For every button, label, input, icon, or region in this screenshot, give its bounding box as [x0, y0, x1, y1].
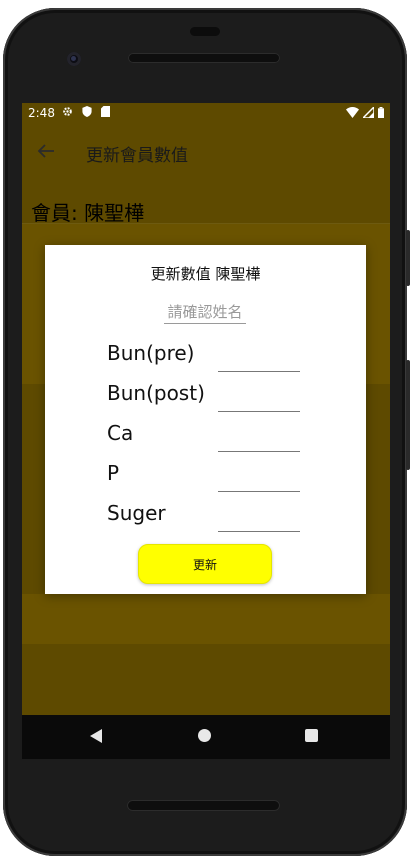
field-label-p: P: [107, 461, 120, 485]
page-title: 更新會員數值: [86, 146, 188, 166]
settings-icon: [63, 107, 72, 116]
top-speaker-grille: [128, 53, 280, 63]
status-left-icons: [62, 106, 110, 117]
field-label-bun-post: Bun(post): [107, 381, 205, 405]
field-label-suger: Suger: [107, 501, 166, 525]
front-camera-icon: [67, 52, 81, 66]
status-time: 2:48: [28, 106, 55, 120]
field-label-ca: Ca: [107, 421, 134, 445]
volume-button: [406, 360, 410, 470]
update-button[interactable]: 更新: [138, 544, 272, 584]
home-circle-icon[interactable]: [198, 729, 211, 742]
recents-square-icon[interactable]: [305, 729, 318, 742]
earpiece: [190, 27, 220, 36]
dialog-title: 更新數值 陳聖樺: [150, 265, 261, 283]
field-row-p: P: [107, 457, 337, 493]
member-name-label: 會員: 陳聖樺: [31, 201, 145, 225]
app-bar: 更新會員數值: [22, 125, 390, 178]
p-input[interactable]: [218, 467, 300, 492]
status-right-icons: [346, 107, 384, 118]
suger-input[interactable]: [218, 507, 300, 532]
field-row-bun-pre: Bun(pre): [107, 337, 337, 373]
member-header: 會員: 陳聖樺: [22, 178, 390, 225]
bun-pre-input[interactable]: [218, 347, 300, 372]
back-arrow-icon[interactable]: [34, 139, 58, 163]
back-triangle-icon[interactable]: [90, 729, 102, 743]
system-nav-bar: [22, 715, 390, 759]
sd-card-icon: [101, 106, 110, 117]
confirm-name-input[interactable]: [164, 301, 246, 324]
dimmed-list-area-lower: [22, 594, 390, 644]
battery-icon: [378, 107, 384, 118]
bottom-speaker-grille: [127, 800, 280, 811]
signal-icon: [363, 107, 374, 118]
field-row-suger: Suger: [107, 497, 337, 533]
field-label-bun-pre: Bun(pre): [107, 341, 195, 365]
app-screen: 2:48 更新會員數值 會員: 陳聖樺 更新數值 陳聖樺 請確認姓名 Bun(p…: [22, 103, 390, 715]
power-button: [406, 230, 410, 286]
ca-input[interactable]: [218, 427, 300, 452]
shield-icon: [82, 106, 92, 117]
field-row-ca: Ca: [107, 417, 337, 453]
wifi-icon: [346, 107, 359, 118]
bun-post-input[interactable]: [218, 387, 300, 412]
update-values-dialog: 更新數值 陳聖樺 Bun(pre) Bun(post) Ca P Suger 更…: [45, 245, 366, 594]
field-row-bun-post: Bun(post): [107, 377, 337, 413]
status-bar: 2:48: [22, 103, 390, 125]
